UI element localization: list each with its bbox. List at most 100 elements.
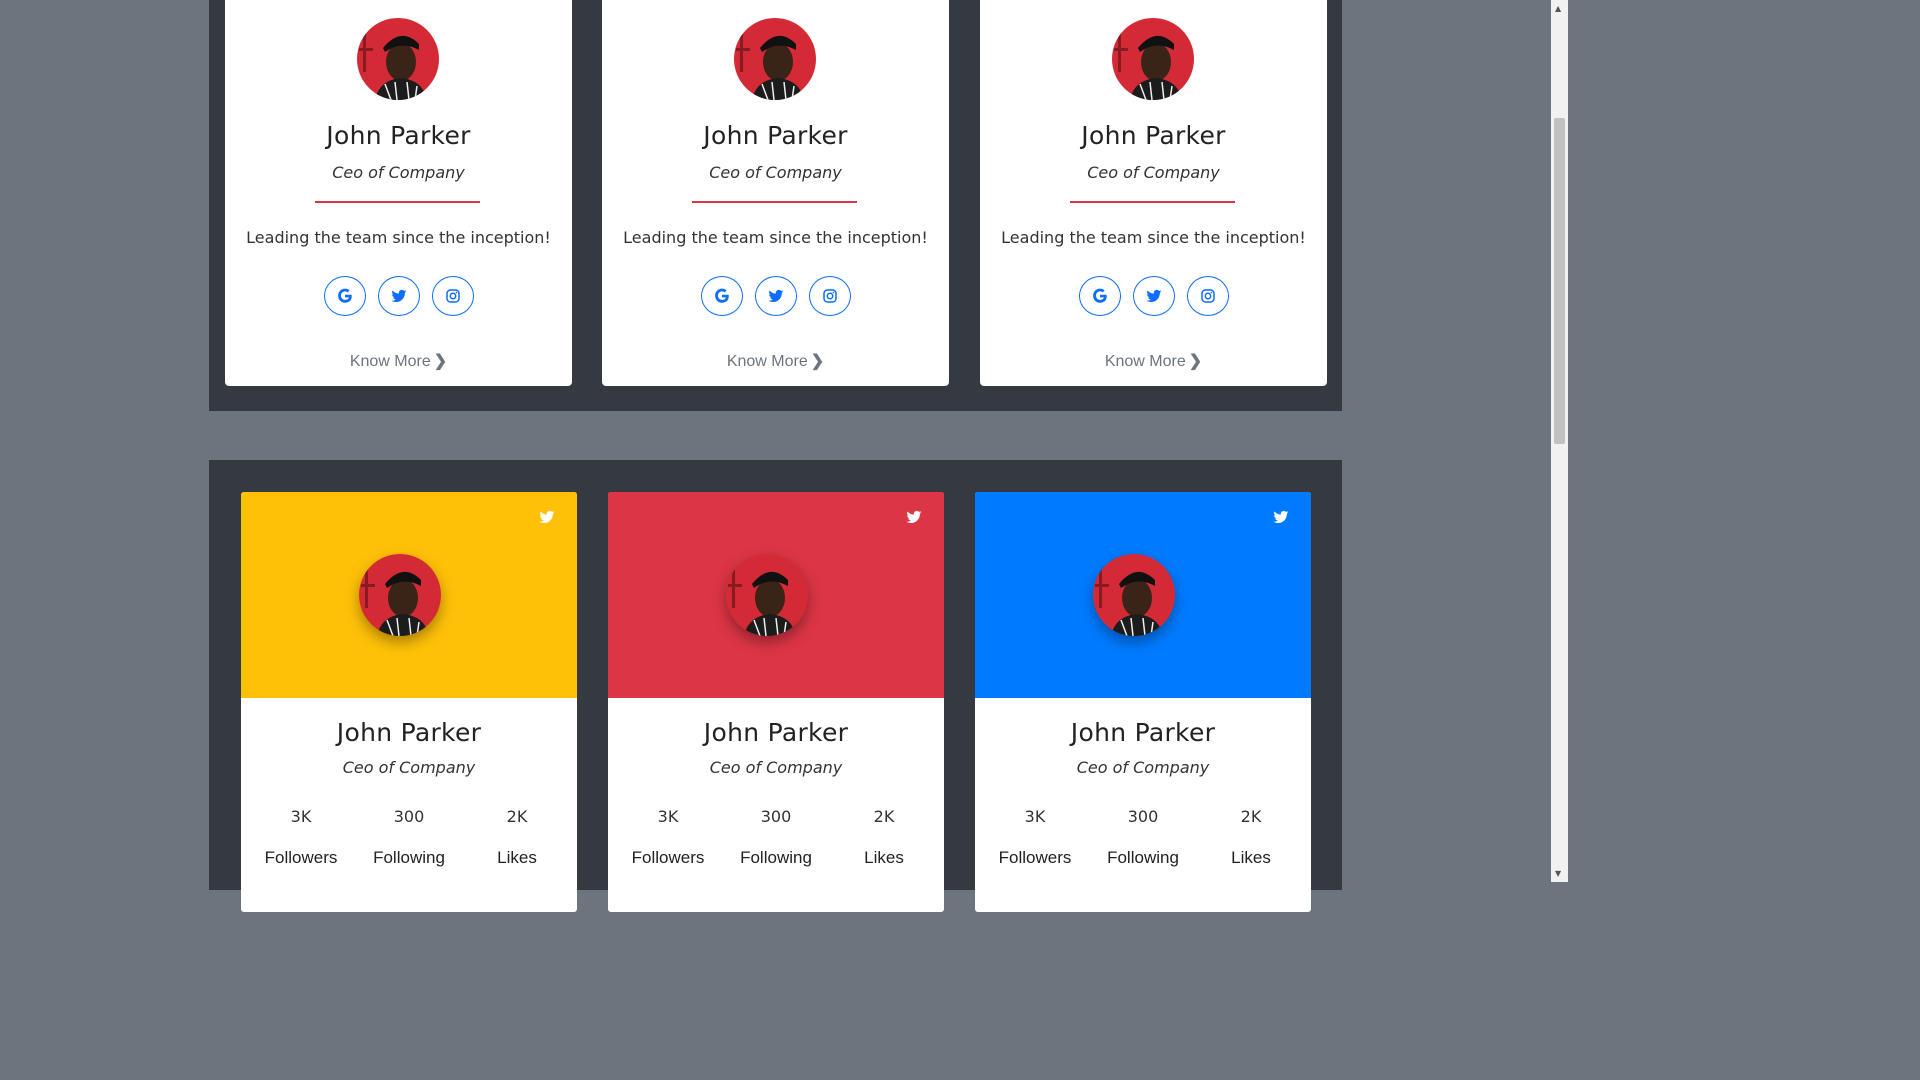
twitter-icon[interactable] — [537, 508, 557, 526]
card-name: John Parker — [703, 718, 849, 747]
profile-card: John Parker Ceo of Company Leading the t… — [602, 0, 949, 386]
stat-label: Followers — [264, 848, 338, 867]
google-button[interactable] — [323, 276, 366, 316]
twitter-icon — [1145, 289, 1161, 302]
divider — [315, 201, 480, 203]
stats-row: 3K Followers 300 Following 2K Likes — [975, 807, 1311, 868]
know-more-label: Know More — [1104, 353, 1186, 370]
google-icon — [337, 288, 352, 303]
avatar — [359, 554, 441, 636]
stat-following: 300 Following — [355, 807, 463, 868]
twitter-icon[interactable] — [1271, 508, 1291, 526]
stat-value: 3K — [657, 807, 679, 826]
divider — [1070, 201, 1235, 203]
card-role: Ceo of Company — [1087, 163, 1220, 182]
colored-card: John Parker Ceo of Company 3K Followers 3… — [241, 492, 577, 912]
twitter-button[interactable] — [1132, 276, 1175, 316]
twitter-icon[interactable] — [904, 508, 924, 526]
card-role: Ceo of Company — [709, 758, 843, 777]
card-description: Leading the team since the inception! — [623, 228, 928, 247]
twitter-button[interactable] — [377, 276, 420, 316]
vertical-scrollbar[interactable]: ▲ ▼ — [1551, 0, 1568, 882]
stat-value: 2K — [506, 807, 528, 826]
card-name: John Parker — [326, 121, 471, 150]
card-description: Leading the team since the inception! — [246, 228, 551, 247]
card-description: Leading the team since the inception! — [1001, 228, 1306, 247]
chevron-right-icon: ❯ — [433, 353, 448, 370]
google-icon — [714, 288, 729, 303]
stat-label: Following — [373, 848, 445, 867]
avatar — [726, 554, 808, 636]
avatar — [357, 18, 439, 100]
card-name: John Parker — [336, 718, 482, 747]
stat-value: 3K — [290, 807, 312, 826]
stat-value: 2K — [1240, 807, 1262, 826]
stat-value: 300 — [393, 807, 425, 826]
avatar — [1112, 18, 1194, 100]
social-links — [602, 276, 949, 316]
scroll-thumb[interactable] — [1554, 118, 1565, 444]
know-more-label: Know More — [349, 353, 431, 370]
card-role: Ceo of Company — [332, 163, 465, 182]
scroll-up-arrow-icon[interactable]: ▲ — [1555, 4, 1561, 13]
google-button[interactable] — [1078, 276, 1121, 316]
stat-label: Following — [1107, 848, 1179, 867]
colored-cards-section: John Parker Ceo of Company 3K Followers 3… — [209, 460, 1342, 912]
stat-likes: 2K Likes — [830, 807, 938, 868]
profile-card: John Parker Ceo of Company Leading the t… — [225, 0, 572, 386]
twitter-button[interactable] — [754, 276, 797, 316]
card-name: John Parker — [1070, 718, 1216, 747]
avatar — [1093, 554, 1175, 636]
instagram-button[interactable] — [431, 276, 474, 316]
card-name: John Parker — [703, 121, 848, 150]
instagram-button[interactable] — [808, 276, 851, 316]
know-more-link[interactable]: Know More ❯ — [980, 351, 1327, 371]
card-header — [608, 492, 944, 698]
card-role: Ceo of Company — [342, 758, 476, 777]
stat-label: Likes — [864, 848, 904, 867]
card-header — [975, 492, 1311, 698]
divider — [692, 201, 857, 203]
stat-label: Followers — [998, 848, 1072, 867]
stat-following: 300 Following — [1089, 807, 1197, 868]
stat-value: 300 — [760, 807, 792, 826]
twitter-icon — [767, 289, 783, 302]
know-more-label: Know More — [726, 353, 808, 370]
avatar — [734, 18, 816, 100]
twitter-icon — [390, 289, 406, 302]
stat-value: 2K — [873, 807, 895, 826]
google-icon — [1092, 288, 1107, 303]
card-role: Ceo of Company — [709, 163, 842, 182]
profile-cards-section: John Parker Ceo of Company Leading the t… — [209, 0, 1342, 411]
know-more-link[interactable]: Know More ❯ — [602, 351, 949, 371]
chevron-right-icon: ❯ — [810, 353, 825, 370]
profile-card: John Parker Ceo of Company Leading the t… — [980, 0, 1327, 386]
stat-label: Followers — [631, 848, 705, 867]
social-links — [980, 276, 1327, 316]
colored-card: John Parker Ceo of Company 3K Followers 3… — [975, 492, 1311, 912]
stat-followers: 3K Followers — [614, 807, 722, 868]
stats-row: 3K Followers 300 Following 2K Likes — [241, 807, 577, 868]
card-name: John Parker — [1081, 121, 1226, 150]
stat-following: 300 Following — [722, 807, 830, 868]
stat-likes: 2K Likes — [1197, 807, 1305, 868]
instagram-icon — [1200, 289, 1215, 303]
scroll-down-arrow-icon[interactable]: ▼ — [1555, 869, 1561, 878]
card-header — [241, 492, 577, 698]
stat-label: Likes — [1231, 848, 1271, 867]
stats-row: 3K Followers 300 Following 2K Likes — [608, 807, 944, 868]
instagram-icon — [822, 289, 837, 303]
stat-label: Likes — [497, 848, 537, 867]
stat-followers: 3K Followers — [247, 807, 355, 868]
colored-card: John Parker Ceo of Company 3K Followers 3… — [608, 492, 944, 912]
stat-value: 300 — [1127, 807, 1159, 826]
social-links — [225, 276, 572, 316]
know-more-link[interactable]: Know More ❯ — [225, 351, 572, 371]
google-button[interactable] — [700, 276, 743, 316]
card-role: Ceo of Company — [1076, 758, 1210, 777]
stat-followers: 3K Followers — [981, 807, 1089, 868]
chevron-right-icon: ❯ — [1188, 353, 1203, 370]
instagram-button[interactable] — [1186, 276, 1229, 316]
stat-value: 3K — [1024, 807, 1046, 826]
stat-label: Following — [740, 848, 812, 867]
